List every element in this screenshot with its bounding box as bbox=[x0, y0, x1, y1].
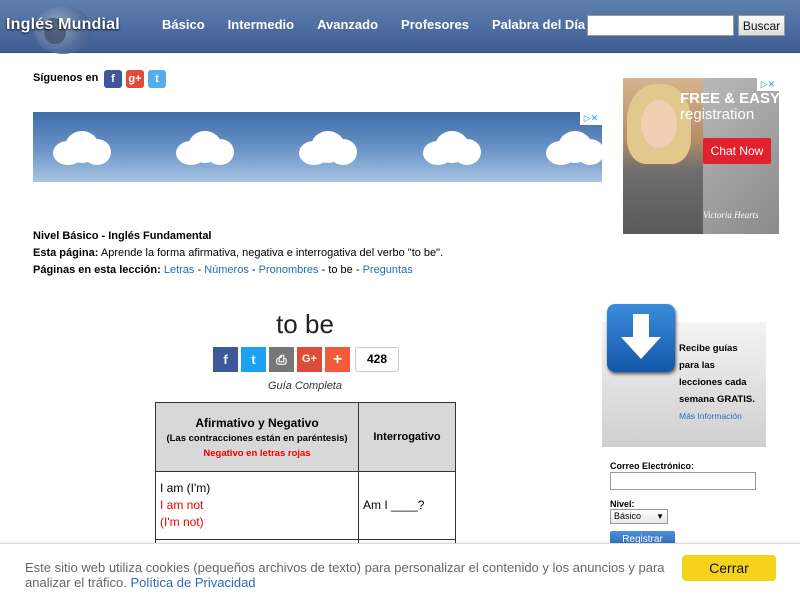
lesson-info: Nivel Básico - Inglés Fundamental Esta p… bbox=[33, 230, 444, 276]
table-row: I am (I'm) I am not (I'm not) Am I ____? bbox=[155, 471, 456, 540]
header-affirmative-negative: Afirmativo y Negativo (Las contracciones… bbox=[155, 402, 359, 472]
page-description: Aprende la forma afirmativa, negativa e … bbox=[100, 247, 444, 259]
site-logo[interactable]: Inglés Mundial bbox=[4, 6, 134, 54]
cloud-graphic bbox=[423, 131, 481, 171]
logo-text: Inglés Mundial bbox=[6, 16, 120, 33]
nav-palabra-del-dia[interactable]: Palabra del Día bbox=[492, 17, 585, 32]
level-select[interactable]: Básico ▼ bbox=[610, 509, 668, 524]
ad-headline: FREE & EASY bbox=[680, 90, 779, 107]
cloud-graphic bbox=[53, 131, 111, 171]
ad-choices-icon[interactable]: ▷✕ bbox=[580, 112, 602, 125]
privacy-policy-link[interactable]: Política de Privacidad bbox=[131, 575, 256, 590]
chat-now-button[interactable]: Chat Now bbox=[703, 138, 771, 164]
top-navbar: Inglés Mundial Básico Intermedio Avanzad… bbox=[0, 0, 800, 54]
main-nav: Básico Intermedio Avanzado Profesores Pa… bbox=[150, 17, 596, 32]
ad-choices-icon[interactable]: ▷✕ bbox=[757, 78, 779, 91]
search-button[interactable]: Buscar bbox=[738, 15, 785, 36]
newsletter-text: Recibe guías para las lecciones cada sem… bbox=[679, 343, 755, 405]
table-header-row: Afirmativo y Negativo (Las contracciones… bbox=[155, 402, 456, 472]
more-share-icon[interactable]: + bbox=[325, 347, 350, 372]
dropdown-arrow-icon: ▼ bbox=[656, 512, 664, 521]
level-heading: Nivel Básico - Inglés Fundamental bbox=[33, 230, 212, 242]
lesson-link-pronombres[interactable]: Pronombres bbox=[259, 264, 319, 276]
follow-label: Síguenos en bbox=[33, 72, 99, 84]
cookie-text: Este sitio web utiliza cookies (pequeños… bbox=[25, 560, 665, 590]
header-interrogative: Interrogativo bbox=[358, 402, 456, 472]
google-plus-icon[interactable]: g+ bbox=[126, 70, 144, 88]
twitter-share-icon[interactable]: t bbox=[241, 347, 266, 372]
share-bar: f t ⎙ G+ + bbox=[213, 347, 350, 372]
nav-basico[interactable]: Básico bbox=[162, 17, 205, 32]
email-label: Correo Electrónico: bbox=[610, 461, 695, 471]
banner-ad[interactable]: ▷✕ bbox=[33, 112, 602, 182]
print-icon[interactable]: ⎙ bbox=[269, 347, 294, 372]
cloud-graphic bbox=[546, 131, 602, 171]
more-info-link[interactable]: Más Información bbox=[679, 411, 742, 421]
ad-subheadline: registration bbox=[680, 106, 755, 123]
facebook-share-icon[interactable]: f bbox=[213, 347, 238, 372]
interrogative-cell: Am I ____? bbox=[358, 471, 456, 540]
level-label: Nivel: bbox=[610, 499, 635, 509]
lesson-current: to be bbox=[328, 264, 353, 276]
page-title: to be bbox=[276, 309, 334, 339]
cookie-close-button[interactable]: Cerrar bbox=[682, 555, 776, 581]
nav-profesores[interactable]: Profesores bbox=[401, 17, 469, 32]
affirmative-negative-cell: I am (I'm) I am not (I'm not) bbox=[155, 471, 359, 540]
cloud-graphic bbox=[176, 131, 234, 171]
cloud-graphic bbox=[299, 131, 357, 171]
facebook-icon[interactable]: f bbox=[104, 70, 122, 88]
lessons-label: Páginas en esta lección: bbox=[33, 264, 161, 276]
email-field[interactable] bbox=[610, 472, 756, 490]
side-ad[interactable]: FREE & EASY registration Chat Now Victor… bbox=[623, 78, 779, 234]
nav-avanzado[interactable]: Avanzado bbox=[317, 17, 378, 32]
guide-label: Guía Completa bbox=[268, 380, 342, 392]
nav-intermedio[interactable]: Intermedio bbox=[228, 17, 294, 32]
lesson-link-preguntas[interactable]: Preguntas bbox=[363, 264, 413, 276]
ad-brand: Victoria Hearts bbox=[703, 210, 759, 220]
share-count: 428 bbox=[355, 347, 399, 372]
lesson-link-letras[interactable]: Letras bbox=[164, 264, 195, 276]
page: Inglés Mundial Básico Intermedio Avanzad… bbox=[0, 0, 800, 600]
google-plus-share-icon[interactable]: G+ bbox=[297, 347, 322, 372]
download-arrow-icon bbox=[607, 304, 675, 372]
cookie-banner: Este sitio web utiliza cookies (pequeños… bbox=[0, 543, 800, 600]
lesson-link-numeros[interactable]: Números bbox=[204, 264, 249, 276]
page-label: Esta página: bbox=[33, 247, 99, 259]
search-input[interactable] bbox=[587, 15, 734, 36]
twitter-icon[interactable]: t bbox=[148, 70, 166, 88]
